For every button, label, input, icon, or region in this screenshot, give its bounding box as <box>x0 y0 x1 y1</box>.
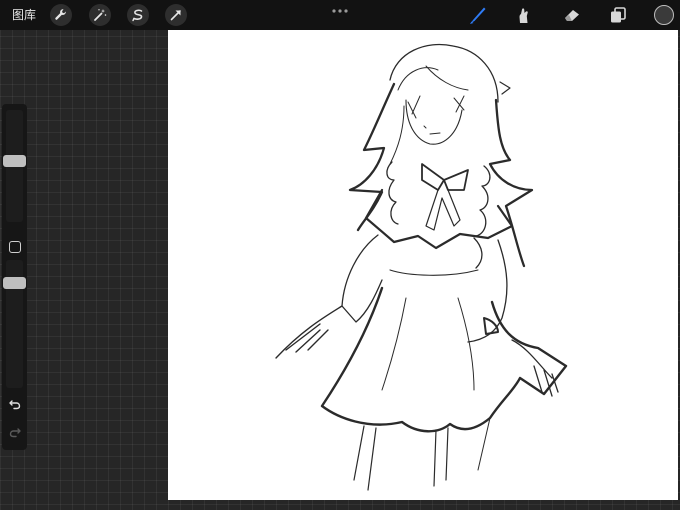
gallery-button[interactable]: 图库 <box>12 6 36 24</box>
undo-button[interactable] <box>7 396 23 412</box>
brush-size-thumb[interactable] <box>3 155 26 167</box>
left-sidebar <box>2 104 27 450</box>
more-options-dots[interactable] <box>330 2 350 14</box>
transform-button[interactable] <box>165 4 187 26</box>
color-picker-swatch[interactable] <box>654 5 674 25</box>
magic-wand-icon <box>94 9 107 21</box>
brush-icon <box>470 7 486 24</box>
drawing-canvas[interactable] <box>168 30 678 500</box>
redo-button[interactable] <box>7 424 23 440</box>
modify-button[interactable] <box>9 241 21 253</box>
adjustments-button[interactable] <box>89 4 111 26</box>
selection-button[interactable] <box>127 4 149 26</box>
brush-opacity-thumb[interactable] <box>3 277 26 290</box>
undo-icon <box>9 400 21 410</box>
ellipsis-icon <box>332 9 348 13</box>
layers-button[interactable] <box>607 4 629 26</box>
redo-icon <box>9 428 21 438</box>
selection-icon <box>132 9 143 22</box>
eraser-tool-button[interactable] <box>561 4 583 26</box>
procreate-app: 图库 <box>0 0 680 510</box>
top-toolbar: 图库 <box>0 0 680 30</box>
actions-button[interactable] <box>50 4 72 26</box>
sketch-drawing <box>275 43 568 491</box>
brush-tool-button[interactable] <box>467 4 489 26</box>
eraser-icon <box>565 10 579 21</box>
transform-arrow-icon <box>170 10 181 21</box>
layers-icon <box>611 7 626 23</box>
smudge-icon <box>519 8 528 23</box>
smudge-tool-button[interactable] <box>512 4 534 26</box>
wrench-icon <box>55 9 66 20</box>
